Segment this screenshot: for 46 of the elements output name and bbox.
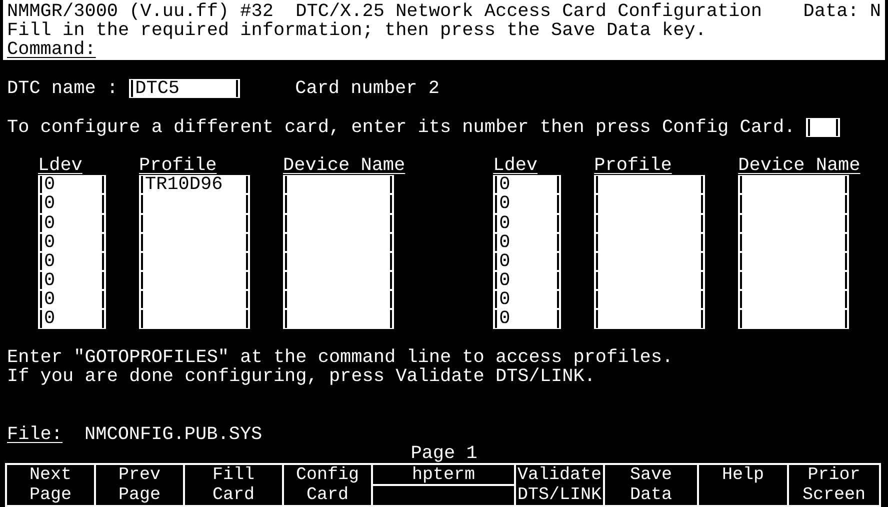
ldev-field[interactable]: 0 — [38, 214, 106, 233]
ldev-field[interactable]: 0 — [493, 252, 562, 272]
ldev-field[interactable]: 0 — [38, 271, 106, 290]
ldev-field[interactable]: 0 — [493, 309, 562, 329]
column-header: Device Name — [738, 156, 860, 176]
device-name-field[interactable] — [283, 309, 394, 329]
file-name: NMCONFIG.PUB.SYS — [84, 424, 262, 444]
column-header: Ldev — [38, 156, 84, 176]
card-number-field[interactable] — [806, 118, 840, 137]
profile-field[interactable]: TR10D96 — [139, 175, 250, 194]
ldev-field[interactable]: 0 — [493, 232, 562, 252]
ldev-field[interactable]: 0 — [493, 214, 562, 233]
ldev-field[interactable]: 0 — [493, 290, 562, 310]
ldev-field[interactable]: 0 — [493, 194, 562, 214]
ldev-field[interactable]: 0 — [38, 175, 106, 194]
screen-title: NMMGR/3000 (V.uu.ff) #32 DTC/X.25 Network Access Card Configuration — [7, 2, 762, 22]
card-number-text: Card number 2 — [295, 79, 440, 98]
ldev-field[interactable]: 0 — [38, 309, 106, 329]
profile-field[interactable] — [594, 175, 706, 194]
column-header: Profile — [139, 156, 218, 176]
ldev-field[interactable]: 0 — [38, 290, 106, 310]
ldev-field[interactable]: 0 — [493, 175, 562, 194]
ldev-field[interactable]: 0 — [38, 194, 106, 214]
column-header: Profile — [594, 156, 673, 176]
ldev-field[interactable]: 0 — [38, 252, 106, 272]
instruction-text: Fill in the required information; then press the Save Data key. — [7, 21, 706, 40]
column-header: Device Name — [283, 156, 406, 176]
column-header: Ldev — [493, 156, 539, 176]
function-key[interactable]: Validate DTS/LINK — [516, 464, 605, 505]
profile-field[interactable] — [594, 309, 706, 329]
device-name-field[interactable] — [738, 309, 850, 329]
command-label: Command: — [7, 40, 96, 60]
message-text: If you are done configuring, press Validate DTS/LINK. — [7, 367, 596, 386]
ldev-field[interactable]: 0 — [493, 271, 562, 290]
profile-field[interactable] — [139, 309, 250, 329]
ldev-field[interactable]: 0 — [38, 232, 106, 252]
data-status-label: Data: N — [803, 2, 881, 22]
dtc-name-label: DTC name : — [7, 79, 120, 98]
function-key[interactable]: hpterm — [373, 464, 516, 505]
page-indicator: Page 1 — [410, 444, 478, 463]
config-prompt-text: To configure a different card, enter its number then press Config Card. — [7, 118, 796, 137]
message-text: Enter "GOTOPROFILES" at the command line to access profiles. — [7, 348, 674, 367]
dtc-name-field[interactable]: DTC5 — [129, 79, 240, 98]
device-name-field[interactable] — [283, 175, 394, 194]
device-name-field[interactable] — [738, 175, 850, 194]
file-label: File: — [7, 424, 63, 444]
